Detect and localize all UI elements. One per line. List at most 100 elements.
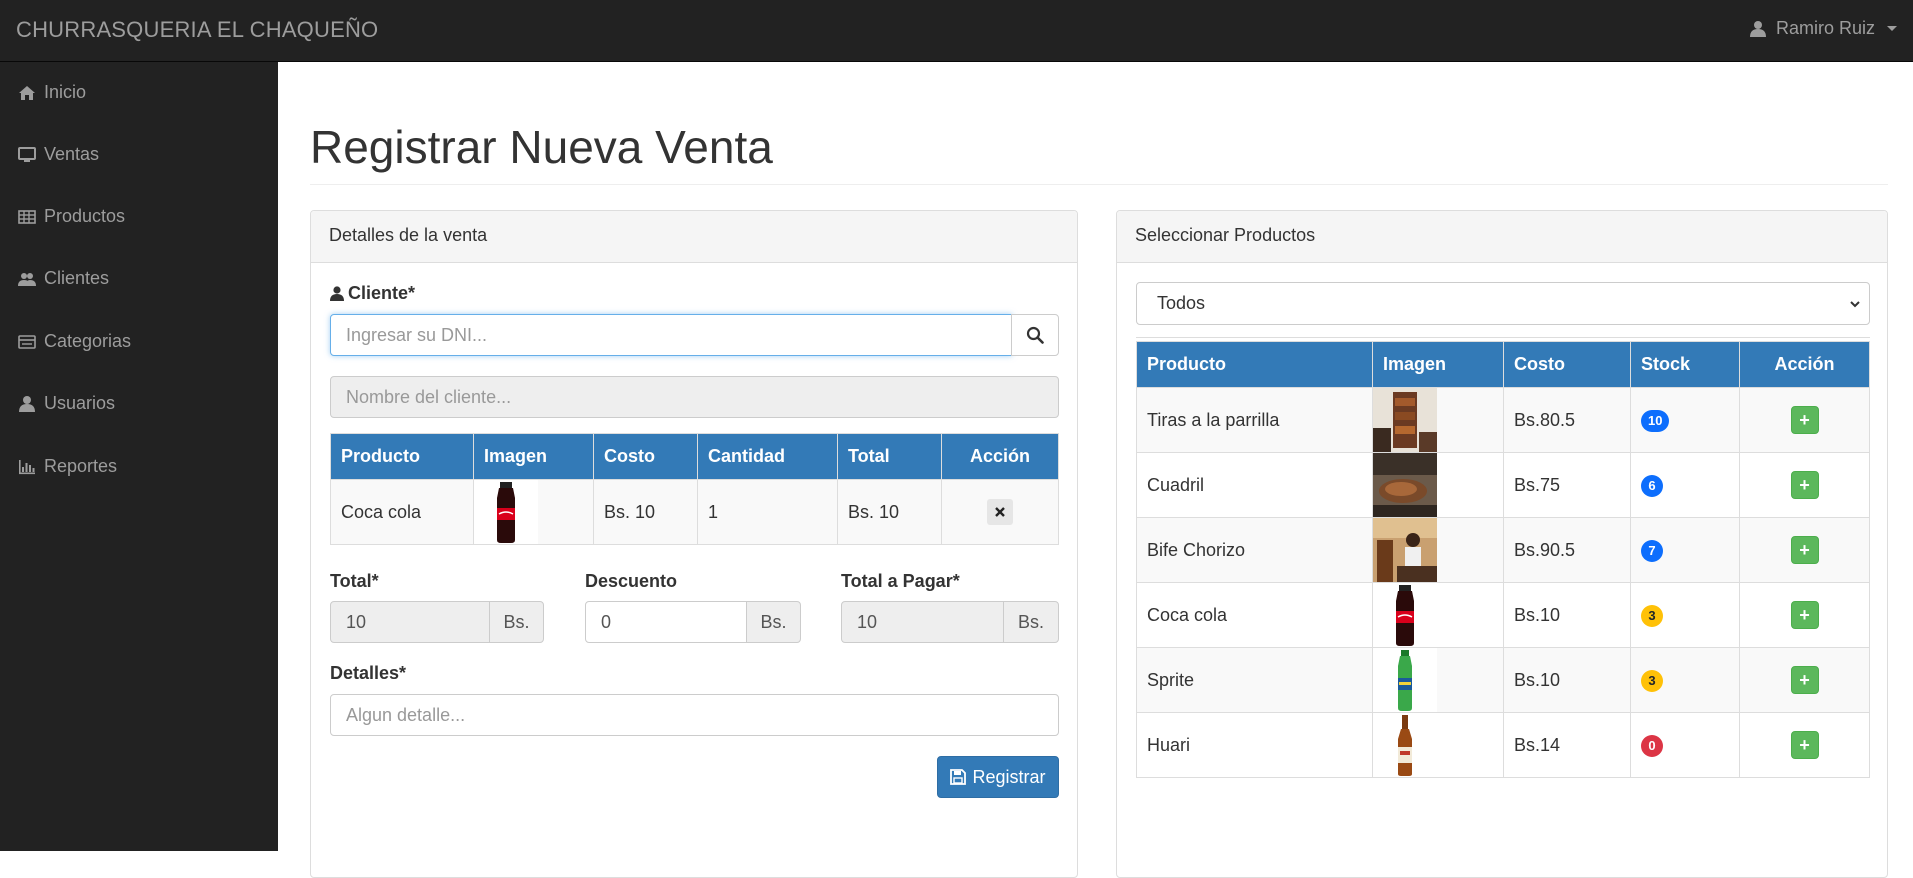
cell-costo: Bs.10 bbox=[1504, 583, 1631, 648]
product-selection-panel: Seleccionar Productos Todos Producto Ima… bbox=[1116, 210, 1888, 878]
total-pay-label: Total a Pagar* bbox=[841, 571, 960, 592]
add-product-button[interactable]: + bbox=[1791, 666, 1819, 694]
stock-badge: 7 bbox=[1641, 540, 1663, 562]
beer-bottle-image bbox=[1373, 713, 1437, 777]
cell-stock: 0 bbox=[1631, 713, 1740, 778]
sidebar-item-reportes[interactable]: Reportes bbox=[18, 456, 117, 477]
add-product-button[interactable]: + bbox=[1791, 536, 1819, 564]
cell-producto: Tiras a la parrilla bbox=[1137, 388, 1373, 453]
cell-total: Bs. 10 bbox=[838, 480, 942, 545]
total-pay-currency-addon: Bs. bbox=[1003, 601, 1059, 643]
remove-item-button[interactable] bbox=[987, 499, 1013, 525]
dni-input[interactable]: Ingresar su DNI... bbox=[330, 314, 1012, 356]
sidebar-item-inicio[interactable]: Inicio bbox=[18, 82, 86, 103]
sidebar-item-categorias[interactable]: Categorias bbox=[18, 331, 131, 352]
discount-input[interactable]: 0 bbox=[585, 601, 747, 643]
title-divider bbox=[310, 184, 1888, 185]
home-icon bbox=[18, 84, 36, 102]
cell-imagen bbox=[1373, 518, 1504, 583]
users-icon bbox=[18, 270, 36, 288]
cell-accion: + bbox=[1740, 388, 1870, 453]
sidebar-item-label: Ventas bbox=[44, 144, 99, 165]
cell-stock: 3 bbox=[1631, 648, 1740, 713]
sidebar-item-label: Productos bbox=[44, 206, 125, 227]
sidebar-item-ventas[interactable]: Ventas bbox=[18, 144, 99, 165]
client-label-group: Cliente* bbox=[330, 283, 415, 304]
stock-badge: 6 bbox=[1641, 475, 1663, 497]
add-product-button[interactable]: + bbox=[1791, 731, 1819, 759]
col-header: Cantidad bbox=[698, 434, 838, 480]
table-row: Huari Bs.14 0 + bbox=[1137, 713, 1870, 778]
register-sale-button[interactable]: Registrar bbox=[937, 756, 1059, 798]
sidebar-item-clientes[interactable]: Clientes bbox=[18, 268, 109, 289]
cell-costo: Bs.10 bbox=[1504, 648, 1631, 713]
col-header: Imagen bbox=[474, 434, 594, 480]
chevron-down-icon bbox=[1849, 298, 1861, 310]
cell-cantidad[interactable]: 1 bbox=[698, 480, 838, 545]
cell-stock: 6 bbox=[1631, 453, 1740, 518]
brand-title[interactable]: CHURRASQUERIA EL CHAQUEÑO bbox=[16, 17, 378, 43]
sidebar-item-label: Usuarios bbox=[44, 393, 115, 414]
cell-accion: + bbox=[1740, 583, 1870, 648]
table-row: Tiras a la parrilla Bs.80.5 10 + bbox=[1137, 388, 1870, 453]
col-header: Costo bbox=[594, 434, 698, 480]
cell-stock: 7 bbox=[1631, 518, 1740, 583]
stock-badge: 3 bbox=[1641, 670, 1663, 692]
sidebar-item-label: Inicio bbox=[44, 82, 86, 103]
search-icon bbox=[1026, 326, 1044, 344]
plus-icon: + bbox=[1799, 670, 1810, 690]
details-label: Detalles* bbox=[330, 663, 406, 684]
stock-badge: 0 bbox=[1641, 735, 1663, 757]
cell-producto: Coca cola bbox=[331, 480, 474, 545]
cell-accion: + bbox=[1740, 453, 1870, 518]
cell-producto: Sprite bbox=[1137, 648, 1373, 713]
user-icon bbox=[18, 395, 36, 413]
sale-items-table: Producto Imagen Costo Cantidad Total Acc… bbox=[330, 433, 1059, 545]
sidebar-item-label: Clientes bbox=[44, 268, 109, 289]
cell-stock: 10 bbox=[1631, 388, 1740, 453]
client-label: Cliente* bbox=[348, 283, 415, 304]
sidebar-item-label: Categorias bbox=[44, 331, 131, 352]
cell-imagen bbox=[1373, 388, 1504, 453]
add-product-button[interactable]: + bbox=[1791, 406, 1819, 434]
steak-image bbox=[1373, 453, 1437, 517]
cell-accion: + bbox=[1740, 713, 1870, 778]
register-label: Registrar bbox=[972, 767, 1045, 788]
products-panel-title: Seleccionar Productos bbox=[1117, 211, 1887, 263]
total-field: 10 bbox=[330, 601, 490, 643]
cell-imagen bbox=[1373, 713, 1504, 778]
category-filter-value: Todos bbox=[1157, 293, 1205, 314]
add-product-button[interactable]: + bbox=[1791, 471, 1819, 499]
sidebar-item-productos[interactable]: Productos bbox=[18, 206, 125, 227]
products-table: Producto Imagen Costo Stock Acción Tiras… bbox=[1136, 341, 1870, 778]
page-title: Registrar Nueva Venta bbox=[310, 120, 773, 174]
plus-icon: + bbox=[1799, 475, 1810, 495]
cell-costo: Bs.75 bbox=[1504, 453, 1631, 518]
save-icon bbox=[950, 769, 966, 785]
table-row: Coca cola Bs. 10 1 Bs. 10 bbox=[331, 480, 1059, 545]
stock-badge: 3 bbox=[1641, 605, 1663, 627]
total-currency-addon: Bs. bbox=[489, 601, 544, 643]
cell-costo: Bs. 10 bbox=[594, 480, 698, 545]
category-filter-select[interactable]: Todos bbox=[1136, 282, 1870, 325]
col-header: Acción bbox=[942, 434, 1059, 480]
col-header: Producto bbox=[331, 434, 474, 480]
col-header: Acción bbox=[1740, 342, 1870, 388]
cell-accion: + bbox=[1740, 518, 1870, 583]
stock-badge: 10 bbox=[1641, 410, 1669, 432]
search-client-button[interactable] bbox=[1011, 314, 1059, 356]
grilled-meat-image bbox=[1373, 388, 1437, 452]
sidebar-item-usuarios[interactable]: Usuarios bbox=[18, 393, 115, 414]
table-row: Cuadril Bs.75 6 + bbox=[1137, 453, 1870, 518]
add-product-button[interactable]: + bbox=[1791, 601, 1819, 629]
cell-costo: Bs.90.5 bbox=[1504, 518, 1631, 583]
grill-kitchen-image bbox=[1373, 518, 1437, 582]
cell-imagen bbox=[1373, 453, 1504, 518]
user-menu[interactable]: Ramiro Ruiz bbox=[1750, 18, 1897, 39]
user-name: Ramiro Ruiz bbox=[1776, 18, 1875, 39]
list-icon bbox=[18, 333, 36, 351]
sidebar-item-label: Reportes bbox=[44, 456, 117, 477]
details-input[interactable]: Algun detalle... bbox=[330, 694, 1059, 736]
cell-producto: Huari bbox=[1137, 713, 1373, 778]
cell-imagen bbox=[474, 480, 594, 545]
